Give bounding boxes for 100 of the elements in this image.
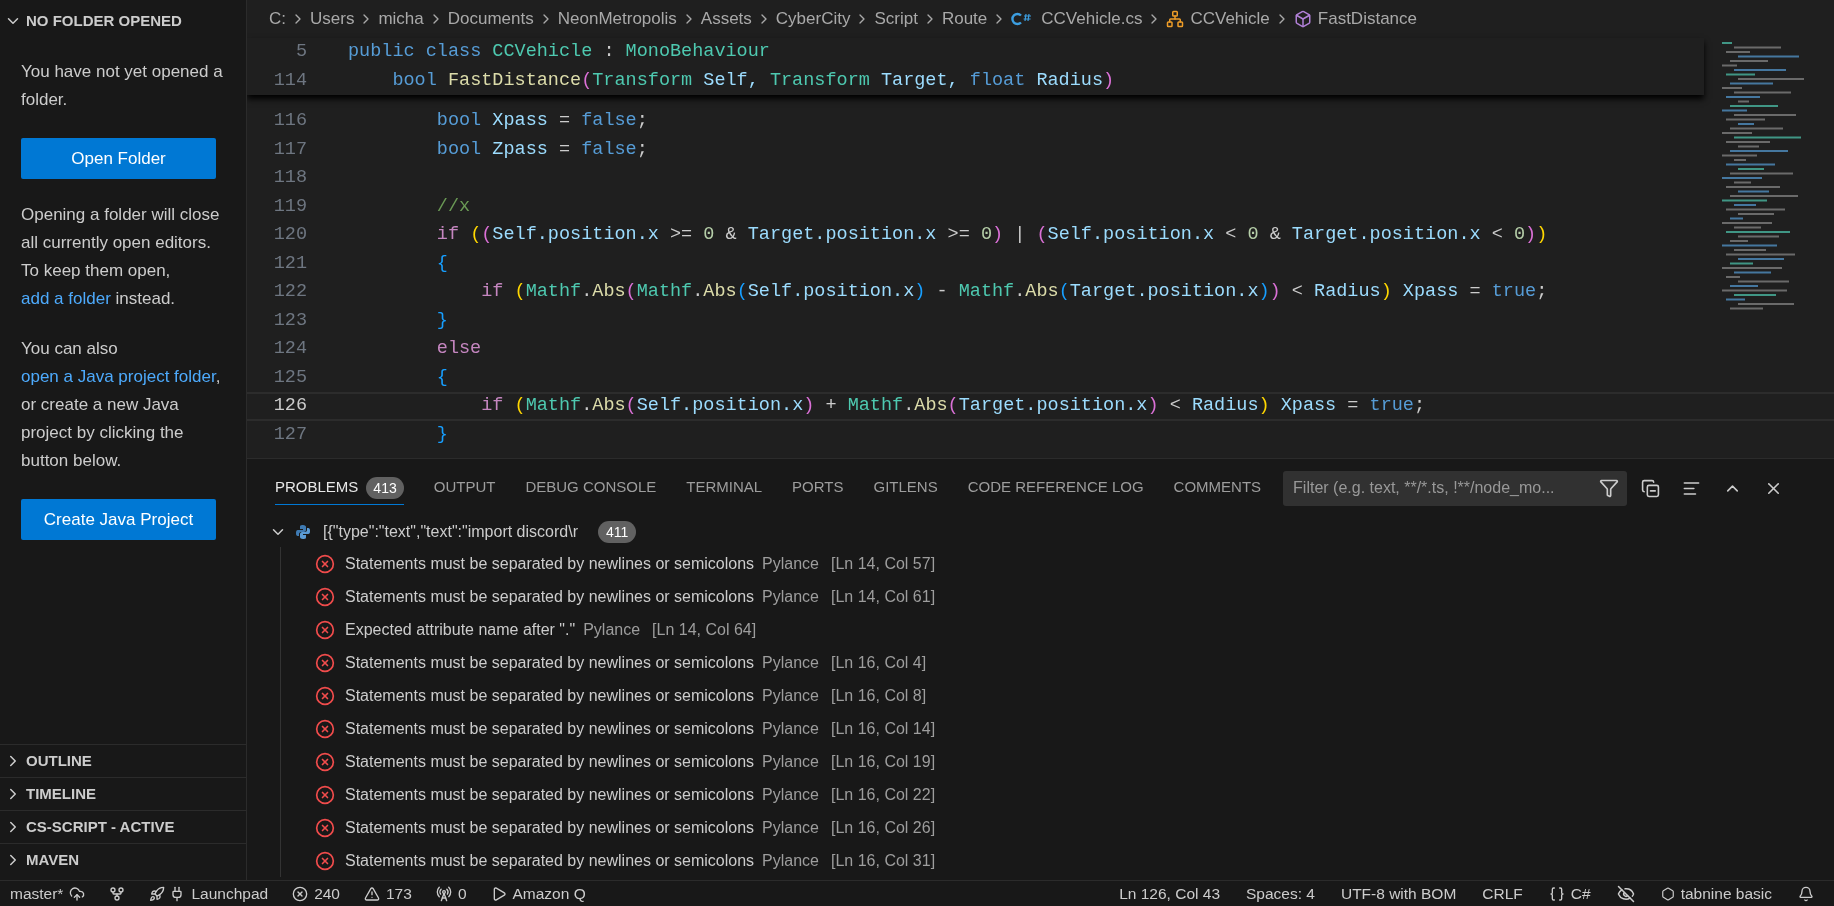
code-line: bool Zpass = false; <box>435 137 648 162</box>
cube-icon <box>1293 10 1312 28</box>
breadcrumb-item[interactable]: Documents <box>447 6 534 32</box>
problem-message: Statements must be separated by newlines or semicolons <box>345 718 755 739</box>
status-item[interactable]: Amazon Q <box>512 881 586 906</box>
problem-row[interactable]: Statements must be separated by newlines or semicolons Pylance [Ln 14, Col 57] <box>280 547 1834 580</box>
code-line: bool FastDistance(Transform Self, Transform Target, float Radius) <box>391 68 1115 93</box>
problem-location: [Ln 16, Col 4] <box>831 652 927 673</box>
breadcrumb-item[interactable]: CyberCity <box>775 6 851 32</box>
hexagon-icon <box>1660 886 1675 901</box>
breadcrumb-item[interactable]: Script <box>874 6 918 32</box>
line-number: 125 <box>272 365 307 390</box>
error-icon <box>315 850 335 871</box>
code-line: { <box>435 365 448 390</box>
filter-icon[interactable] <box>1599 478 1620 498</box>
problem-message: Statements must be separated by newlines or semicolons <box>345 751 755 772</box>
line-number: 123 <box>272 308 307 333</box>
code-line: public class CCVehicle : MonoBehaviour <box>348 40 770 65</box>
problem-source: Pylance <box>762 784 819 805</box>
problem-group[interactable]: [{"type":"text","text":"import discord\r 411 <box>247 517 1834 547</box>
breadcrumb-item[interactable]: CCVehicle.cs <box>1041 6 1143 32</box>
error-icon <box>315 784 335 805</box>
problem-row[interactable]: Statements must be separated by newlines or semicolons Pylance [Ln 16, Col 4] <box>280 646 1834 679</box>
status-item[interactable]: Ln 126, Col 43 <box>1119 881 1220 906</box>
group-label: [{"type":"text","text":"import discord\r <box>323 522 578 542</box>
python-icon <box>295 524 311 540</box>
status-item[interactable]: 0 <box>457 881 467 906</box>
breadcrumb-item[interactable]: FastDistance <box>1317 6 1417 32</box>
rocket-icon <box>149 885 166 902</box>
sidebar-section[interactable]: TIMELINE <box>0 777 246 810</box>
status-item[interactable]: master* <box>10 881 64 906</box>
breadcrumb-item[interactable]: Route <box>941 6 988 32</box>
breadcrumb-item[interactable]: NeonMetropolis <box>557 6 677 32</box>
problem-location: [Ln 16, Col 31] <box>831 850 936 871</box>
problem-source: Pylance <box>762 553 819 574</box>
sidebar-section[interactable]: MAVEN <box>0 843 246 876</box>
status-item[interactable]: CRLF <box>1482 881 1523 906</box>
link[interactable]: add a folder <box>21 289 111 308</box>
problem-row[interactable]: Statements must be separated by newlines or semicolons Pylance [Ln 16, Col 31] <box>280 844 1834 877</box>
breadcrumb-item[interactable]: Users <box>310 6 355 32</box>
status-item[interactable]: Launchpad <box>191 881 269 906</box>
welcome-button[interactable]: Open Folder <box>21 138 216 179</box>
problem-message: Expected attribute name after "." <box>345 619 576 640</box>
error-icon <box>315 586 335 607</box>
code-line: } <box>435 422 448 447</box>
error-icon <box>315 685 335 706</box>
breadcrumb-item[interactable]: C: <box>269 6 286 32</box>
breadcrumb-item[interactable]: Assets <box>700 6 752 32</box>
code-line: else <box>435 337 482 362</box>
collapse-all-icon[interactable] <box>1641 478 1661 498</box>
sidebar-section[interactable]: CS-SCRIPT - ACTIVE <box>0 810 246 843</box>
problem-row[interactable]: Statements must be separated by newlines or semicolons Pylance [Ln 16, Col 26] <box>280 811 1834 844</box>
problem-location: [Ln 16, Col 19] <box>831 751 936 772</box>
sidebar-section[interactable]: OUTLINE <box>0 744 246 777</box>
problem-source: Pylance <box>762 817 819 838</box>
code-line: if (Mathf.Abs(Mathf.Abs(Self.position.x) - Mathf.Abs(Target.position.x)) < Radius) Xpass = true; <box>480 280 1548 305</box>
problem-message: Statements must be separated by newlines or semicolons <box>345 784 755 805</box>
problem-row[interactable]: Statements must be separated by newlines or semicolons Pylance [Ln 16, Col 22] <box>280 778 1834 811</box>
line-number: 118 <box>272 166 307 191</box>
problem-message: Statements must be separated by newlines or semicolons <box>345 685 755 706</box>
csharp-file-icon <box>1011 11 1034 27</box>
welcome-button[interactable]: Create Java Project <box>21 499 216 540</box>
welcome-text: You can also open a Java project folder, or create a new Java project by clicking the button below. <box>21 338 222 472</box>
breadcrumb-item[interactable]: CCVehicle <box>1190 6 1270 32</box>
line-number: 124 <box>272 337 307 362</box>
problem-row[interactable]: Statements must be separated by newlines or semicolons Pylance [Ln 16, Col 14] <box>280 712 1834 745</box>
status-item[interactable]: tabnine basic <box>1680 881 1772 906</box>
status-item[interactable]: 173 <box>386 881 412 906</box>
problem-row[interactable]: Statements must be separated by newlines or semicolons Pylance [Ln 16, Col 19] <box>280 745 1834 778</box>
problem-location: [Ln 14, Col 64] <box>652 619 757 640</box>
problem-message: Statements must be separated by newlines or semicolons <box>345 586 755 607</box>
panel-tab[interactable]: DEBUG CONSOLE <box>525 471 657 505</box>
problem-row[interactable]: Expected attribute name after "." Pylance [Ln 14, Col 64] <box>280 613 1834 646</box>
line-number: 116 <box>272 109 307 134</box>
problem-source: Pylance <box>762 685 819 706</box>
link[interactable]: open a Java project folder <box>21 367 216 386</box>
error-icon <box>315 652 335 673</box>
code-line: if ((Self.position.x >= 0 & Target.position.x >= 0) | (Self.position.x < 0 & Target.position.x < 0)) <box>435 223 1548 248</box>
filter-field[interactable]: Filter (e.g. text, **/*.ts, !**/node_mo... <box>1283 470 1628 506</box>
panel-tab[interactable]: COMMENTS <box>1173 471 1262 505</box>
error-icon <box>292 885 309 902</box>
panel-tab[interactable]: PORTS <box>792 471 844 505</box>
panel-tab[interactable]: CODE REFERENCE LOG <box>967 471 1144 505</box>
problem-row[interactable]: Statements must be separated by newlines or semicolons Pylance [Ln 14, Col 61] <box>280 580 1834 613</box>
line-number: 127 <box>272 422 307 447</box>
bell-icon <box>1798 885 1814 902</box>
panel-tab[interactable]: PROBLEMS 413 <box>275 471 404 505</box>
status-item[interactable]: Spaces: 4 <box>1246 881 1315 906</box>
status-item[interactable]: C# <box>1570 881 1591 906</box>
panel-tab[interactable]: TERMINAL <box>686 471 763 505</box>
status-item[interactable]: 240 <box>314 881 340 906</box>
status-item[interactable]: UTF-8 with BOM <box>1340 881 1457 906</box>
problem-row[interactable]: Statements must be separated by newlines or semicolons Pylance [Ln 16, Col 8] <box>280 679 1834 712</box>
error-icon <box>315 817 335 838</box>
breadcrumb-item[interactable]: micha <box>378 6 424 32</box>
problem-location: [Ln 14, Col 61] <box>831 586 936 607</box>
warning-icon <box>364 885 380 902</box>
sidebar-title[interactable]: NO FOLDER OPENED <box>26 9 182 33</box>
panel-tab[interactable]: OUTPUT <box>433 471 496 505</box>
panel-tab[interactable]: GITLENS <box>873 471 938 505</box>
